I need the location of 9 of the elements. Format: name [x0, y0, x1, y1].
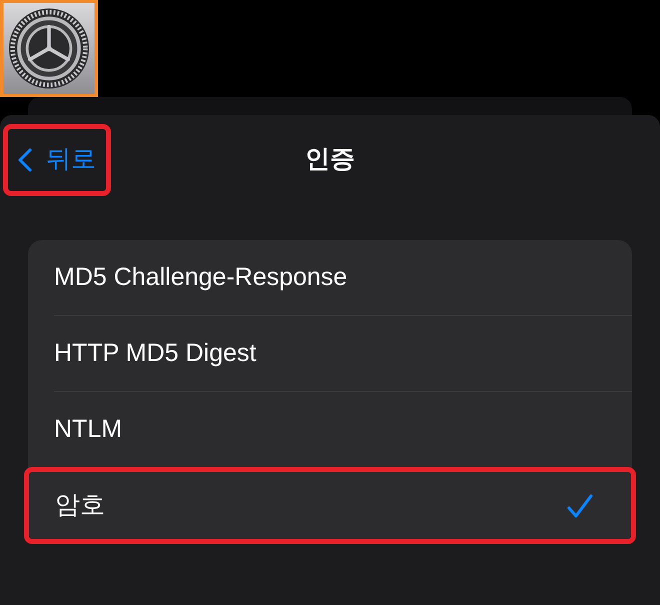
option-row[interactable]: 암호	[24, 467, 636, 544]
chevron-left-icon	[18, 147, 32, 173]
option-row[interactable]: MD5 Challenge-Response	[28, 240, 632, 315]
option-row[interactable]: NTLM	[28, 392, 632, 467]
back-button[interactable]: 뒤로	[3, 124, 111, 196]
checkmark-icon	[567, 492, 593, 518]
option-row[interactable]: HTTP MD5 Digest	[28, 316, 632, 391]
page-title: 인증	[305, 144, 355, 176]
settings-app-icon[interactable]	[0, 0, 98, 97]
